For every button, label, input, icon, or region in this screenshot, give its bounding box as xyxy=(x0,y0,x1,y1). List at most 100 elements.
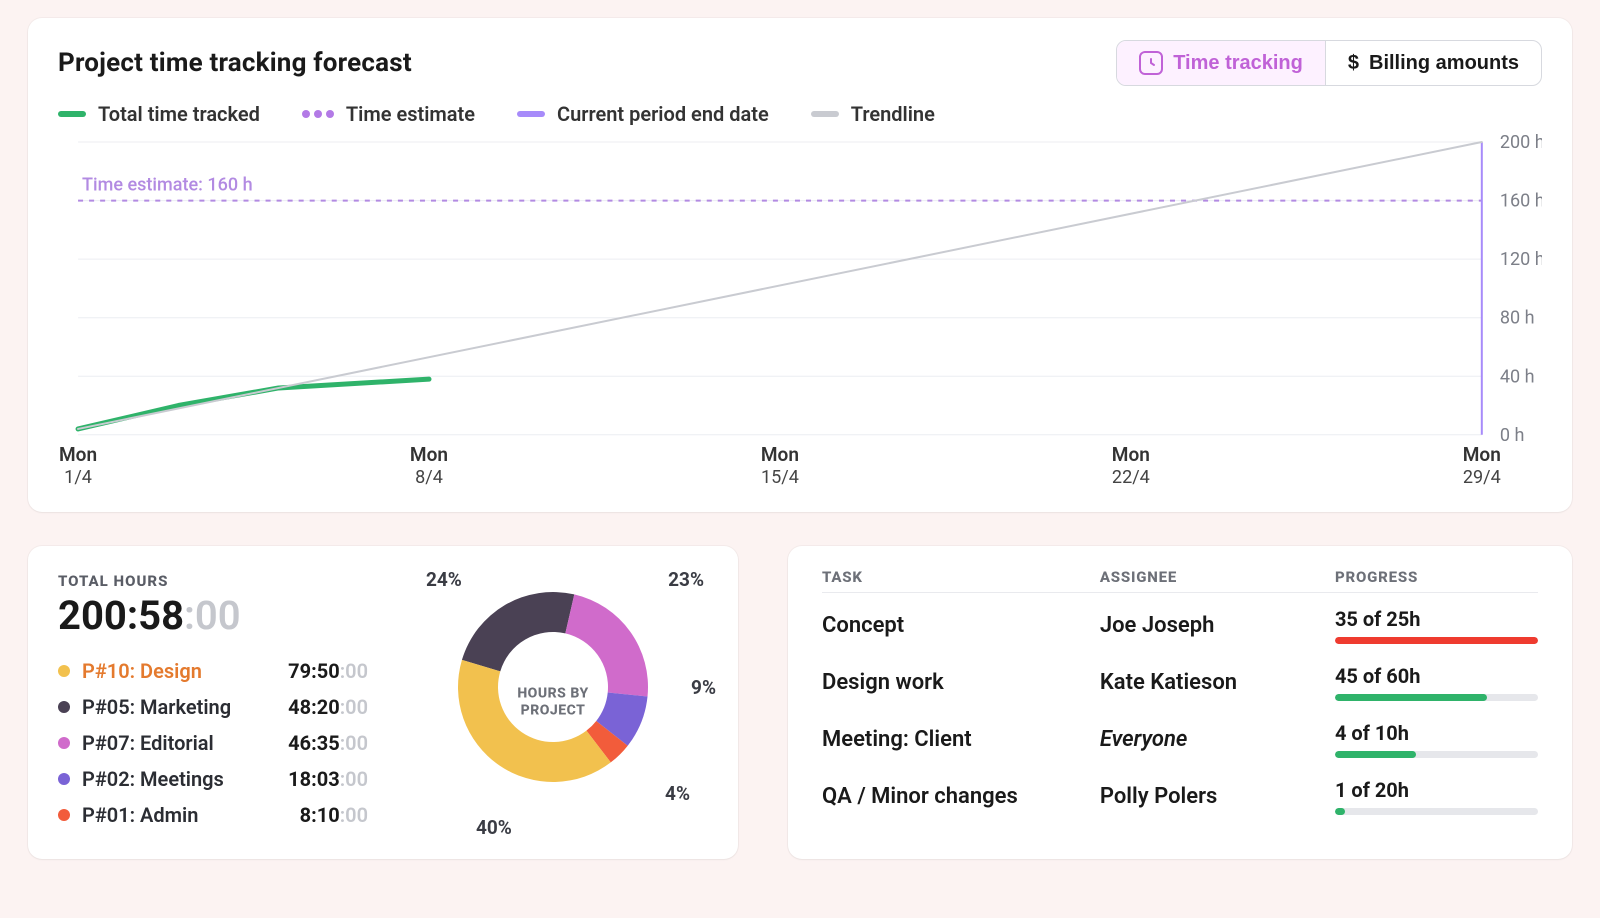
task-assignee: Polly Polers xyxy=(1100,784,1335,809)
project-color-dot xyxy=(58,773,70,785)
svg-text:22/4: 22/4 xyxy=(1112,467,1150,488)
svg-text:120 h: 120 h xyxy=(1500,249,1542,270)
project-time: 48:20:00 xyxy=(288,695,368,719)
task-assignee: Everyone xyxy=(1100,727,1335,752)
task-progress: 1 of 20h xyxy=(1335,778,1538,815)
svg-text:160 h: 160 h xyxy=(1500,191,1542,212)
project-time: 8:10:00 xyxy=(300,803,368,827)
donut-label-24: 24% xyxy=(426,568,462,591)
project-time: 46:35:00 xyxy=(288,731,368,755)
donut-label-4: 4% xyxy=(665,782,690,805)
task-name: QA / Minor changes xyxy=(822,784,1100,809)
svg-text:Time estimate: 160 h: Time estimate: 160 h xyxy=(82,175,253,196)
legend-total: Total time tracked xyxy=(58,102,260,126)
task-row[interactable]: Design work Kate Katieson 45 of 60h xyxy=(822,650,1538,707)
bottom-row: TOTAL HOURS 200:58:00 P#10: Design 79:50… xyxy=(28,546,1572,859)
task-row[interactable]: QA / Minor changes Polly Polers 1 of 20h xyxy=(822,764,1538,821)
progress-fill xyxy=(1335,637,1538,644)
legend-estimate-label: Time estimate xyxy=(346,102,475,126)
progress-bar xyxy=(1335,637,1538,644)
project-row[interactable]: P#10: Design 79:50:00 xyxy=(58,653,368,689)
svg-text:8/4: 8/4 xyxy=(415,467,443,488)
svg-text:Mon: Mon xyxy=(410,443,448,466)
view-toggle-group: Time tracking $ Billing amounts xyxy=(1116,40,1542,86)
legend-trend-swatch xyxy=(811,111,839,117)
hours-donut: HOURS BY PROJECT 24% 23% 9% 4% 40% xyxy=(398,572,708,833)
legend-period-swatch xyxy=(517,111,545,117)
svg-text:Mon: Mon xyxy=(1463,443,1501,466)
progress-fill xyxy=(1335,808,1345,815)
tasks-header: TASK ASSIGNEE PROGRESS xyxy=(822,568,1538,593)
task-assignee: Kate Katieson xyxy=(1100,670,1335,695)
legend-estimate-swatch xyxy=(302,110,334,118)
legend-total-swatch xyxy=(58,111,86,117)
page-title: Project time tracking forecast xyxy=(58,48,412,78)
svg-text:Mon: Mon xyxy=(761,443,799,466)
total-hours-card: TOTAL HOURS 200:58:00 P#10: Design 79:50… xyxy=(28,546,738,859)
legend-trend-label: Trendline xyxy=(851,102,935,126)
svg-text:200 h: 200 h xyxy=(1500,134,1542,153)
task-progress-text: 35 of 25h xyxy=(1335,607,1538,631)
project-color-dot xyxy=(58,809,70,821)
task-name: Meeting: Client xyxy=(822,727,1100,752)
donut-label-9: 9% xyxy=(691,676,716,699)
forecast-chart: 0 h 40 h 80 h 120 h 160 h 200 h Time estimate:… xyxy=(58,134,1542,494)
total-hours-title: TOTAL HOURS xyxy=(58,572,368,590)
task-progress: 45 of 60h xyxy=(1335,664,1538,701)
svg-text:29/4: 29/4 xyxy=(1463,467,1501,488)
legend-total-label: Total time tracked xyxy=(98,102,260,126)
project-time: 18:03:00 xyxy=(288,767,368,791)
progress-bar xyxy=(1335,694,1538,701)
task-progress-text: 1 of 20h xyxy=(1335,778,1538,802)
task-progress: 35 of 25h xyxy=(1335,607,1538,644)
project-color-dot xyxy=(58,737,70,749)
progress-fill xyxy=(1335,694,1487,701)
legend-period-label: Current period end date xyxy=(557,102,769,126)
col-task: TASK xyxy=(822,568,1100,586)
task-progress-text: 45 of 60h xyxy=(1335,664,1538,688)
tab-billing-amounts[interactable]: $ Billing amounts xyxy=(1326,41,1541,85)
legend-trendline: Trendline xyxy=(811,102,935,126)
clock-icon xyxy=(1139,51,1163,75)
svg-text:0 h: 0 h xyxy=(1500,425,1525,446)
total-hours-value: 200:58:00 xyxy=(58,592,368,639)
donut-center-l2: PROJECT xyxy=(517,703,588,721)
project-row[interactable]: P#05: Marketing 48:20:00 xyxy=(58,689,368,725)
project-color-dot xyxy=(58,665,70,677)
project-label: P#01: Admin xyxy=(82,803,198,827)
task-row[interactable]: Meeting: Client Everyone 4 of 10h xyxy=(822,707,1538,764)
progress-bar xyxy=(1335,808,1538,815)
legend-period-end: Current period end date xyxy=(517,102,769,126)
project-color-dot xyxy=(58,701,70,713)
total-hours-main: 200:58 xyxy=(58,592,184,639)
progress-fill xyxy=(1335,751,1416,758)
donut-center-l1: HOURS BY xyxy=(517,685,588,703)
tasks-card: TASK ASSIGNEE PROGRESS Concept Joe Josep… xyxy=(788,546,1572,859)
svg-text:Mon: Mon xyxy=(1112,443,1150,466)
project-label: P#07: Editorial xyxy=(82,731,214,755)
task-assignee: Joe Joseph xyxy=(1100,613,1335,638)
svg-text:40 h: 40 h xyxy=(1500,366,1535,387)
task-row[interactable]: Concept Joe Joseph 35 of 25h xyxy=(822,593,1538,650)
project-row[interactable]: P#01: Admin 8:10:00 xyxy=(58,797,368,833)
task-name: Design work xyxy=(822,670,1100,695)
forecast-header: Project time tracking forecast Time trac… xyxy=(58,40,1542,86)
total-hours-sec: :00 xyxy=(184,592,241,639)
project-time: 79:50:00 xyxy=(288,659,368,683)
col-assignee: ASSIGNEE xyxy=(1100,568,1335,586)
progress-bar xyxy=(1335,751,1538,758)
project-row[interactable]: P#02: Meetings 18:03:00 xyxy=(58,761,368,797)
svg-text:15/4: 15/4 xyxy=(761,467,799,488)
legend-estimate: Time estimate xyxy=(302,102,475,126)
donut-label-40: 40% xyxy=(476,816,512,839)
svg-text:80 h: 80 h xyxy=(1500,308,1535,329)
donut-center-label: HOURS BY PROJECT xyxy=(517,685,588,720)
project-label: P#05: Marketing xyxy=(82,695,231,719)
tab-time-tracking[interactable]: Time tracking xyxy=(1117,41,1325,85)
project-row[interactable]: P#07: Editorial 46:35:00 xyxy=(58,725,368,761)
task-progress-text: 4 of 10h xyxy=(1335,721,1538,745)
svg-text:1/4: 1/4 xyxy=(64,467,92,488)
forecast-card: Project time tracking forecast Time trac… xyxy=(28,18,1572,512)
task-progress: 4 of 10h xyxy=(1335,721,1538,758)
svg-text:Mon: Mon xyxy=(59,443,97,466)
